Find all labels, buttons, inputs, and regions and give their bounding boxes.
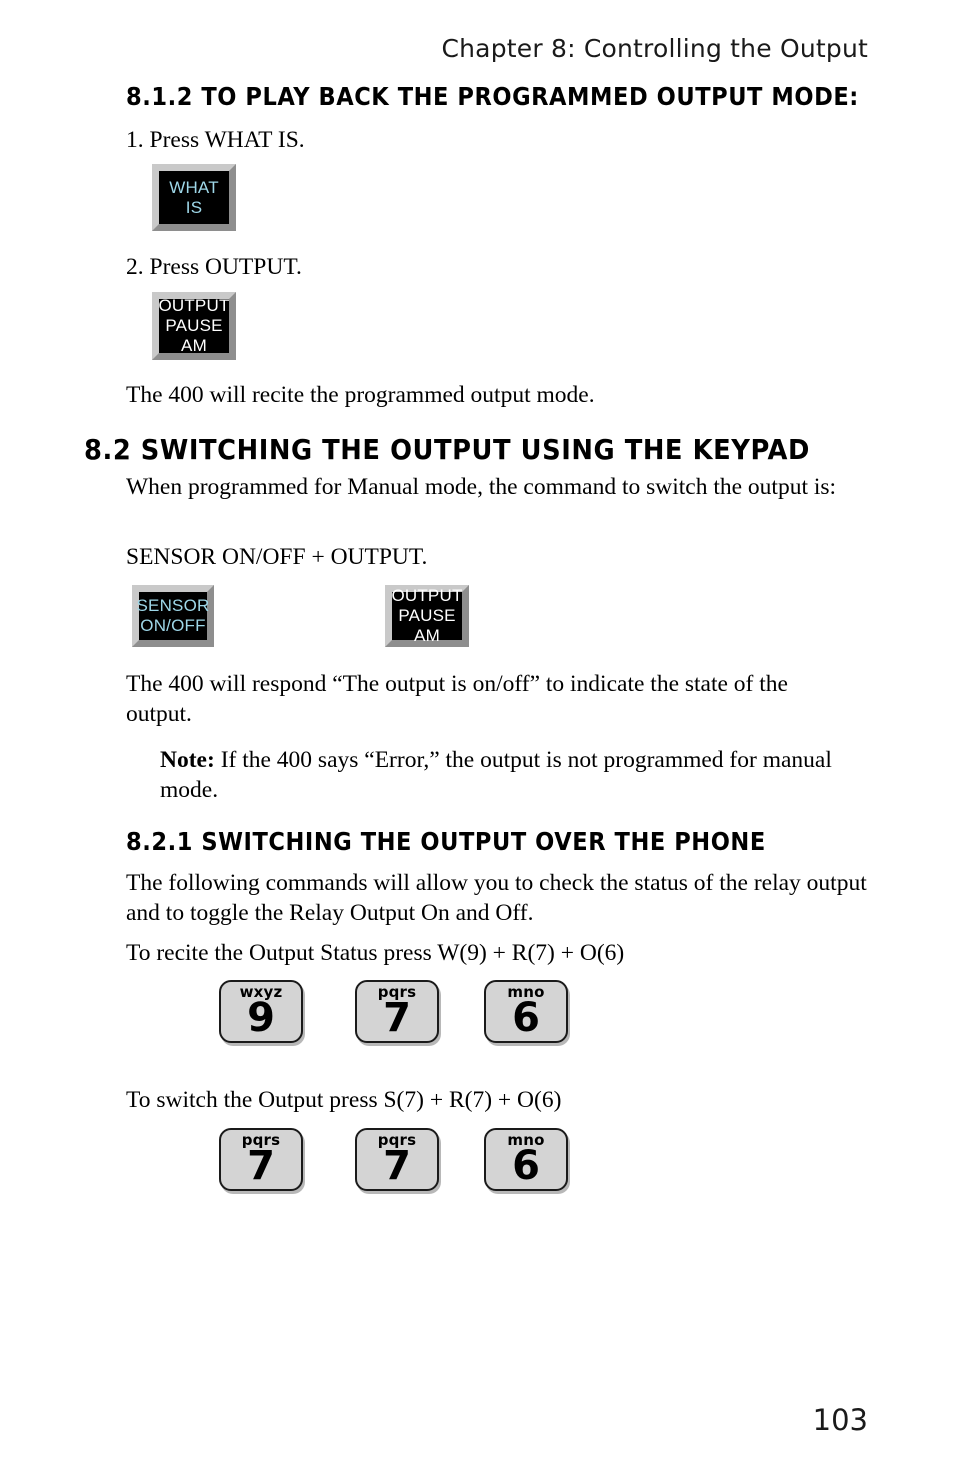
running-header: Chapter 8: Controlling the Output [441, 34, 868, 63]
keycap-digit: 6 [512, 1143, 540, 1189]
device-button-line: PAUSE [165, 316, 223, 335]
heading-8-2: 8.2 SWITCHING THE OUTPUT USING THE KEYPA… [84, 433, 810, 466]
keycap-digit: 9 [247, 995, 275, 1041]
respond-paragraph: The 400 will respond “The output is on/o… [126, 671, 788, 727]
command-line-text: SENSOR ON/OFF + OUTPUT. [126, 544, 428, 570]
step-1-text: 1. Press WHAT IS. [126, 127, 305, 153]
keypad-key-9[interactable]: wxyz 9 [219, 980, 303, 1043]
recite-status-instruction: To recite the Output Status press W(9) +… [126, 940, 625, 966]
note-label: Note: [160, 747, 215, 773]
device-button-line: OUTPUT [391, 586, 463, 605]
device-button-line: WHAT [169, 177, 219, 197]
manual-mode-paragraph: When programmed for Manual mode, the com… [126, 474, 837, 500]
device-button-sensor-on-off[interactable]: SENSOR ON/OFF [132, 585, 214, 647]
keycap-digit: 7 [247, 1143, 275, 1189]
device-button-output-pause-am-2[interactable]: OUTPUT PAUSE AM [385, 585, 469, 647]
device-button-what-is[interactable]: WHAT IS [152, 164, 236, 231]
device-button-line: SENSOR [136, 596, 210, 615]
device-button-line: PAUSE [398, 606, 456, 625]
keypad-key-6-a[interactable]: mno 6 [484, 980, 568, 1043]
document-page: Chapter 8: Controlling the Output 8.1.2 … [0, 0, 954, 1475]
keypad-key-6-b[interactable]: mno 6 [484, 1128, 568, 1191]
keycap-digit: 7 [383, 1143, 411, 1189]
device-button-line: ON/OFF [140, 616, 206, 635]
phone-commands-paragraph: The following commands will allow you to… [126, 870, 867, 926]
keypad-key-7-b[interactable]: pqrs 7 [219, 1128, 303, 1191]
recite-output-mode-text: The 400 will recite the programmed outpu… [126, 382, 595, 408]
device-button-line: AM [414, 626, 440, 645]
device-button-line: AM [181, 336, 207, 355]
heading-8-2-1: 8.2.1 SWITCHING THE OUTPUT OVER THE PHON… [126, 827, 766, 856]
keycap-digit: 7 [383, 995, 411, 1041]
keypad-key-7-a[interactable]: pqrs 7 [355, 980, 439, 1043]
switch-output-instruction: To switch the Output press S(7) + R(7) +… [126, 1087, 562, 1113]
device-button-line: OUTPUT [158, 296, 230, 315]
keycap-digit: 6 [512, 995, 540, 1041]
page-number: 103 [812, 1403, 868, 1437]
note-text: If the 400 says “Error,” the output is n… [160, 747, 832, 803]
note-block: Note: If the 400 says “Error,” the outpu… [160, 745, 866, 805]
device-button-line: IS [185, 197, 203, 217]
heading-8-1-2: 8.1.2 TO PLAY BACK THE PROGRAMMED OUTPUT… [126, 82, 859, 111]
step-2-text: 2. Press OUTPUT. [126, 254, 302, 280]
keypad-key-7-c[interactable]: pqrs 7 [355, 1128, 439, 1191]
device-button-output-pause-am-1[interactable]: OUTPUT PAUSE AM [152, 292, 236, 360]
